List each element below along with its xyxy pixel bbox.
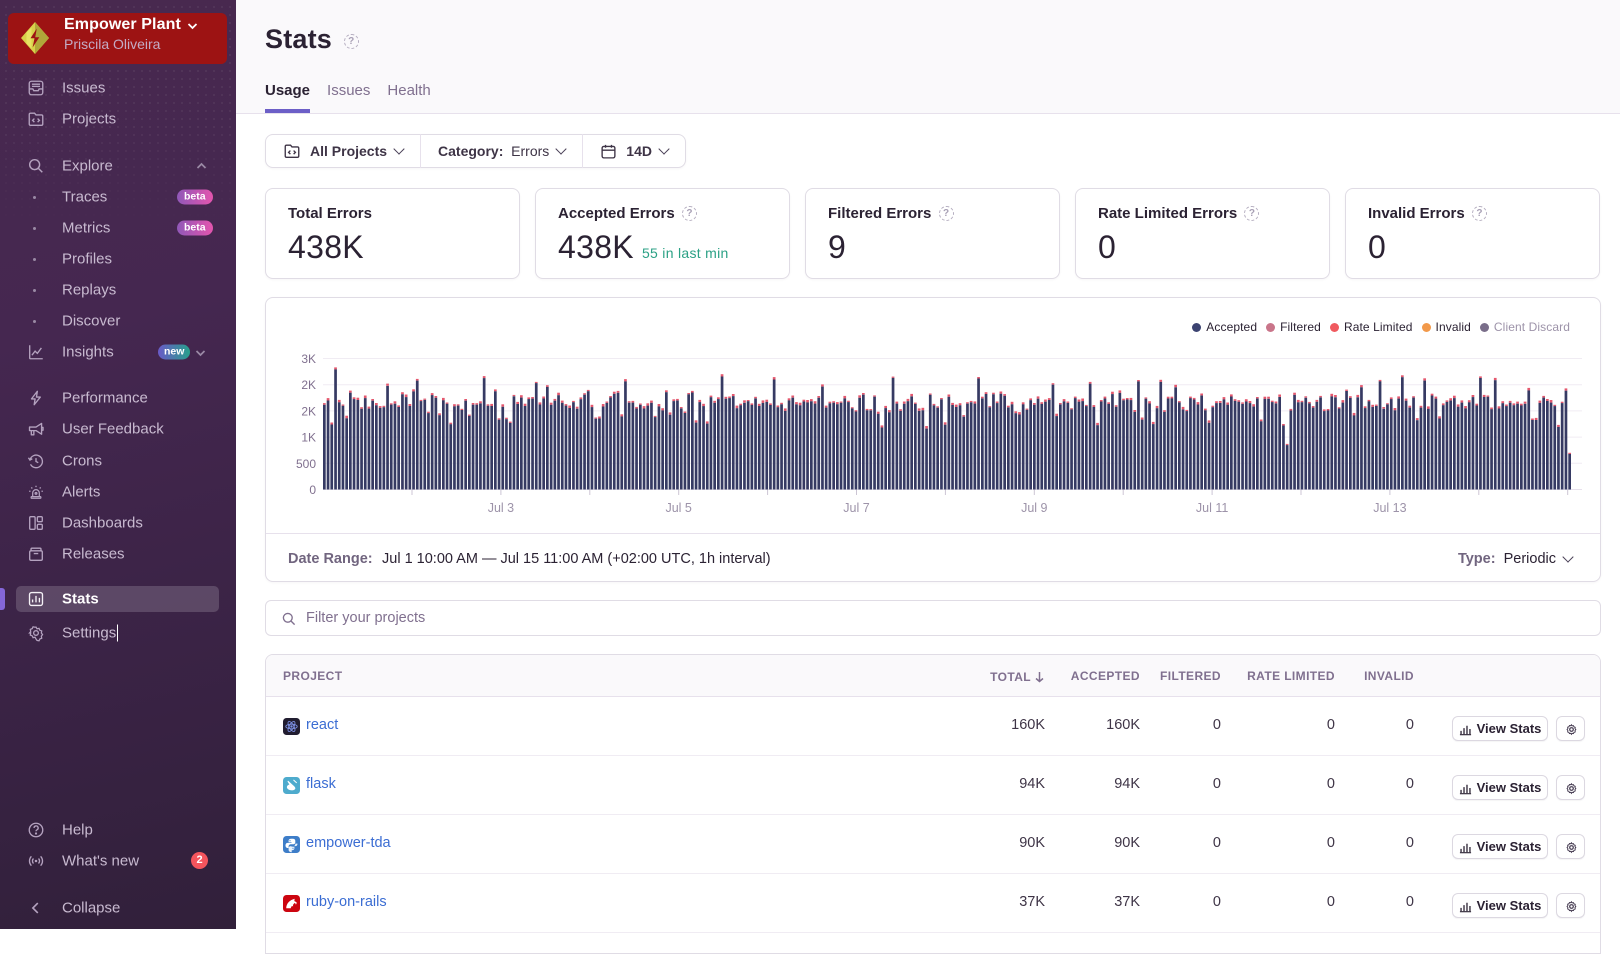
svg-text:2K: 2K — [301, 404, 316, 418]
svg-text:Jul 11: Jul 11 — [1196, 501, 1228, 515]
svg-text:Jul 7: Jul 7 — [843, 501, 869, 515]
svg-text:0: 0 — [309, 483, 316, 497]
svg-text:Jul 3: Jul 3 — [488, 501, 514, 515]
svg-text:3K: 3K — [301, 352, 316, 366]
svg-text:Jul 5: Jul 5 — [665, 501, 691, 515]
svg-text:Jul 9: Jul 9 — [1021, 501, 1047, 515]
svg-text:2K: 2K — [301, 378, 316, 392]
svg-text:Jul 13: Jul 13 — [1373, 501, 1406, 515]
svg-text:1K: 1K — [301, 431, 316, 445]
svg-text:500: 500 — [296, 457, 316, 471]
